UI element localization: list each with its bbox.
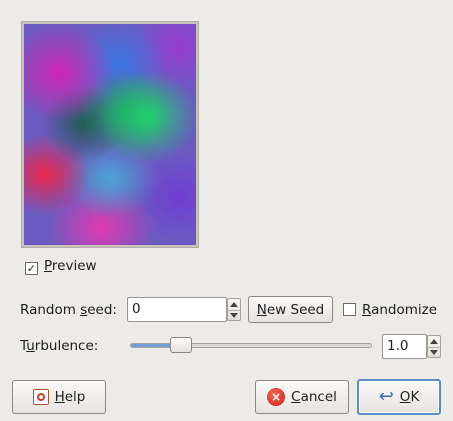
- plasma-preview-image: [24, 24, 196, 245]
- ok-icon: ↩: [378, 386, 394, 407]
- new-seed-button[interactable]: New Seed: [248, 296, 333, 323]
- help-icon: [32, 389, 49, 405]
- randomize-label[interactable]: Randomize: [362, 302, 437, 318]
- random-seed-label: Random seed:: [20, 302, 117, 318]
- turbulence-slider-handle[interactable]: [169, 337, 192, 353]
- cancel-button[interactable]: × Cancel: [255, 380, 349, 414]
- preview-frame: [21, 21, 199, 248]
- spin-down-icon[interactable]: [430, 350, 438, 355]
- turbulence-label: Turbulence:: [20, 338, 99, 354]
- spin-down-icon[interactable]: [230, 313, 238, 318]
- turbulence-spin-arrows[interactable]: [427, 335, 441, 358]
- randomize-checkbox[interactable]: [343, 303, 356, 316]
- random-seed-input[interactable]: 0: [127, 297, 227, 322]
- preview-label[interactable]: Preview: [44, 258, 97, 274]
- spin-up-icon[interactable]: [230, 302, 238, 307]
- turbulence-slider-track[interactable]: [130, 343, 372, 348]
- random-seed-spin-arrows[interactable]: [227, 298, 241, 321]
- ok-button[interactable]: ↩ OK: [357, 379, 441, 415]
- preview-checkbox[interactable]: ✓: [25, 262, 38, 275]
- help-button[interactable]: Help: [12, 380, 106, 414]
- spin-up-icon[interactable]: [430, 339, 438, 344]
- cancel-icon: ×: [267, 388, 286, 406]
- turbulence-input[interactable]: 1.0: [382, 334, 427, 359]
